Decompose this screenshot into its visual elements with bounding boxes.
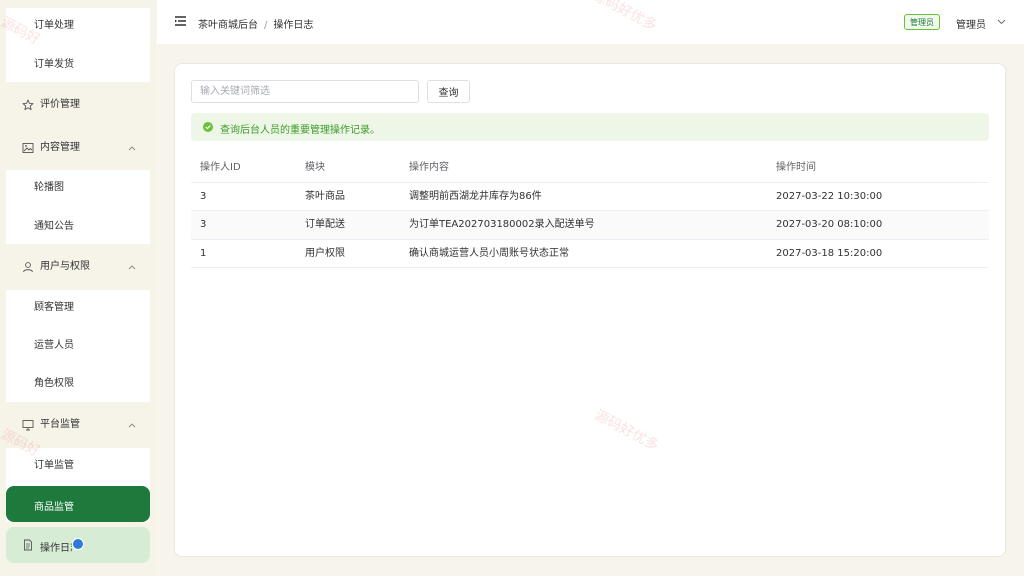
cell-time: 2027-03-22 10:30:00	[776, 191, 883, 202]
column-header-module: 模块	[305, 162, 325, 173]
star-icon	[22, 99, 34, 111]
column-header-content: 操作内容	[409, 162, 449, 173]
sidebar-item-notices[interactable]: 通知公告	[34, 221, 74, 233]
sidebar-item-reviews[interactable]: 评价管理	[22, 99, 80, 111]
cell-content: 为订单TEA202703180002录入配送单号	[409, 219, 595, 230]
user-menu[interactable]: 管理员	[956, 16, 986, 31]
mouse-cursor	[72, 538, 84, 550]
sidebar-group-platform[interactable]: 平台监管	[22, 419, 152, 431]
sidebar-item-product-monitor[interactable]: 商品监管	[6, 486, 150, 522]
sidebar-item-operators[interactable]: 运营人员	[34, 340, 74, 352]
alert-text: 查询后台人员的重要管理操作记录。	[220, 125, 380, 136]
sidebar-content-submenu	[6, 170, 150, 244]
cell-operator-id: 3	[200, 191, 207, 202]
sidebar-item-carousel[interactable]: 轮播图	[34, 182, 64, 194]
breadcrumb-home[interactable]: 茶叶商城后台	[198, 20, 258, 31]
cell-operator-id: 3	[200, 219, 207, 230]
chevron-up-icon	[128, 420, 136, 432]
sidebar-item-label: 商品监管	[34, 502, 74, 513]
chevron-up-icon	[128, 262, 136, 274]
sidebar-item-customers[interactable]: 顾客管理	[34, 302, 74, 314]
cell-operator-id: 1	[200, 248, 207, 259]
breadcrumb-current: 操作日志	[273, 20, 314, 31]
chevron-down-icon[interactable]	[997, 17, 1006, 28]
user-icon	[22, 261, 34, 273]
cell-module: 订单配送	[305, 219, 345, 230]
cell-module: 用户权限	[305, 248, 345, 259]
sidebar-item-label: 内容管理	[40, 142, 80, 153]
sidebar-item-roles[interactable]: 角色权限	[34, 378, 74, 390]
chevron-up-icon	[128, 143, 136, 155]
check-circle-icon	[203, 122, 213, 135]
info-alert: 查询后台人员的重要管理操作记录。	[191, 113, 989, 141]
cell-time: 2027-03-20 08:10:00	[776, 219, 883, 230]
breadcrumb-separator: /	[264, 20, 268, 31]
monitor-icon	[22, 419, 34, 431]
sidebar-item-label: 用户与权限	[40, 261, 90, 272]
document-icon	[22, 539, 34, 554]
sidebar: 订单处理 订单发货 评价管理 内容管理 轮播图 通知公告 用户与权限 顾客管理 …	[0, 0, 156, 576]
query-button[interactable]: 查询	[427, 80, 470, 103]
menu-toggle-icon[interactable]	[175, 16, 186, 29]
column-header-time: 操作时间	[776, 162, 816, 173]
cell-content: 确认商城运营人员小周账号状态正常	[409, 248, 569, 259]
breadcrumb: 茶叶商城后台 / 操作日志	[198, 16, 313, 31]
cell-content: 调整明前西湖龙井库存为86件	[409, 191, 542, 202]
search-input[interactable]	[191, 80, 419, 103]
table-divider	[191, 267, 989, 268]
sidebar-group-users[interactable]: 用户与权限	[22, 261, 152, 273]
sidebar-item-label: 操作日志	[40, 543, 72, 554]
cell-time: 2027-03-18 15:20:00	[776, 248, 883, 259]
sidebar-users-submenu	[6, 290, 150, 402]
role-badge: 管理员	[904, 14, 940, 30]
sidebar-item-order-shipping[interactable]: 订单发货	[34, 59, 74, 71]
sidebar-item-order-monitor[interactable]: 订单监管	[34, 460, 74, 472]
column-header-operator-id: 操作人ID	[200, 162, 241, 173]
sidebar-group-content[interactable]: 内容管理	[22, 142, 152, 154]
cell-module: 茶叶商品	[305, 191, 345, 202]
sidebar-item-label: 评价管理	[40, 99, 80, 110]
sidebar-item-label: 平台监管	[40, 419, 80, 430]
picture-icon	[22, 142, 34, 154]
